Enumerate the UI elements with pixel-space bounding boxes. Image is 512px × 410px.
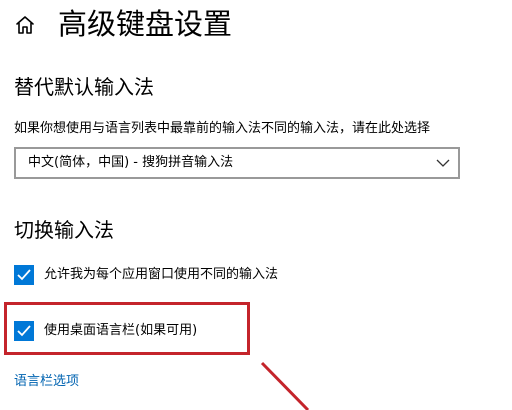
home-icon[interactable]: [14, 14, 36, 36]
checkmark-icon: [17, 269, 31, 281]
chevron-down-icon: [436, 159, 450, 167]
per-app-input-method-checkbox[interactable]: [14, 265, 34, 285]
advanced-keyboard-settings-page: 高级键盘设置 替代默认输入法 如果你想使用与语言列表中最靠前的输入法不同的输入法…: [0, 0, 512, 410]
per-app-input-method-option[interactable]: 允许我为每个应用窗口使用不同的输入法: [14, 265, 334, 287]
dropdown-selected-value: 中文(简体，中国) - 搜狗拼音输入法: [28, 155, 234, 170]
annotation-highlight-box: [4, 302, 250, 355]
input-method-dropdown[interactable]: 中文(简体，中国) - 搜狗拼音输入法: [14, 147, 460, 179]
page-title: 高级键盘设置: [58, 7, 233, 41]
override-description: 如果你想使用与语言列表中最靠前的输入法不同的输入法，请在此处选择: [14, 121, 431, 136]
switch-section-heading: 切换输入法: [14, 218, 114, 242]
override-section-heading: 替代默认输入法: [14, 75, 154, 99]
language-bar-options-link[interactable]: 语言栏选项: [14, 373, 79, 391]
per-app-input-method-label: 允许我为每个应用窗口使用不同的输入法: [44, 267, 279, 282]
